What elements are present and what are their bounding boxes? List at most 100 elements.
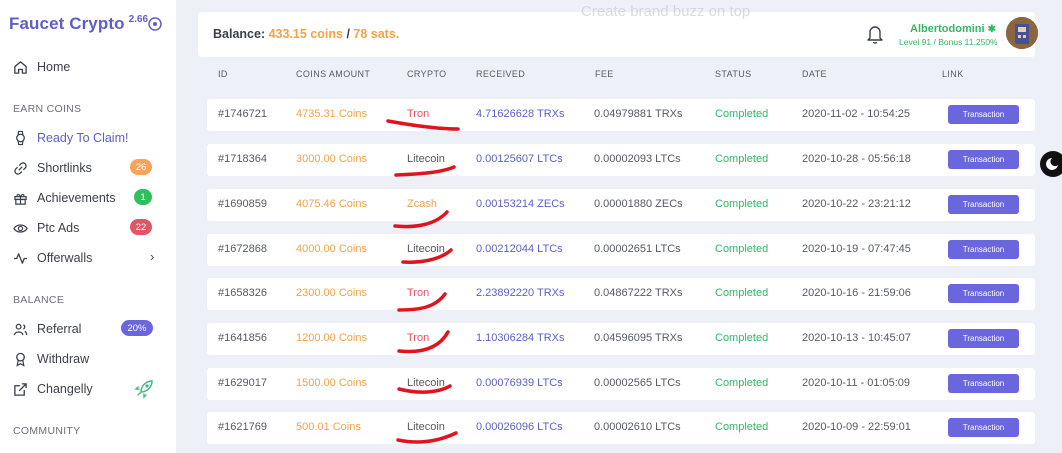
award-icon — [12, 351, 28, 367]
row-status: Completed — [715, 243, 769, 255]
shortlinks-badge: 26 — [130, 159, 152, 175]
gift-icon — [12, 190, 28, 206]
row-date: 2020-11-02 - 10:54:25 — [802, 108, 911, 120]
transaction-button[interactable]: Transaction — [948, 374, 1019, 393]
sidebar-item-label: Changelly — [37, 382, 93, 396]
external-link-icon — [12, 381, 28, 397]
transaction-button[interactable]: Transaction — [948, 105, 1019, 124]
transaction-button[interactable]: Transaction — [948, 195, 1019, 214]
sidebar-item-label: Withdraw — [37, 352, 90, 366]
row-coins: 1200.00 Coins — [296, 332, 367, 344]
row-crypto: Litecoin — [407, 243, 445, 255]
sidebar-item-label: Referral — [37, 322, 82, 336]
row-id: #1658326 — [218, 287, 267, 299]
transaction-button[interactable]: Transaction — [948, 240, 1019, 259]
row-fee: 0.04979881 TRXs — [594, 108, 683, 120]
home-icon — [12, 59, 28, 75]
row-crypto: Tron — [407, 332, 430, 344]
sidebar-item-achievements[interactable]: Achievements — [12, 189, 116, 207]
brand[interactable]: Faucet Crypto 2.66 — [9, 14, 162, 34]
row-fee: 0.00002565 LTCs — [594, 377, 681, 389]
target-icon[interactable] — [148, 17, 162, 31]
column-header-date: DATE — [802, 69, 827, 79]
row-id: #1641856 — [218, 332, 267, 344]
row-status: Completed — [715, 332, 769, 344]
balance-sats: 78 sats. — [353, 27, 400, 41]
row-crypto: Litecoin — [407, 421, 445, 433]
user-level: Level 91 / Bonus 11.250% — [899, 37, 998, 47]
user-name[interactable]: Albertodomini ✱ — [910, 23, 996, 35]
column-header-received: RECEIVED — [476, 69, 526, 79]
row-fee: 0.00002610 LTCs — [594, 421, 681, 433]
row-crypto: Litecoin — [407, 153, 445, 165]
row-fee: 0.04867222 TRXs — [594, 287, 683, 299]
row-coins: 4075.46 Coins — [296, 198, 367, 210]
row-received: 0.00026096 LTCs — [476, 421, 563, 433]
sidebar-item-ptc-ads[interactable]: Ptc Ads — [12, 219, 79, 237]
sidebar-item-ready-to-claim[interactable]: Ready To Claim! — [12, 129, 128, 147]
sidebar-item-withdraw[interactable]: Withdraw — [12, 350, 89, 368]
sidebar: Faucet Crypto 2.66 Home EARN COINS Ready… — [0, 0, 176, 453]
bell-icon[interactable] — [866, 24, 884, 44]
table-row: #1718364 3000.00 Coins Litecoin 0.001256… — [207, 144, 1035, 176]
moon-icon — [1046, 158, 1058, 170]
column-header-coins: COINS AMOUNT — [296, 69, 371, 79]
sidebar-item-label: Home — [37, 60, 71, 74]
row-received: 2.23892220 TRXs — [476, 287, 565, 299]
table-row: #1658326 2300.00 Coins Tron 2.23892220 T… — [207, 278, 1035, 310]
row-coins: 4000.00 Coins — [296, 243, 367, 255]
row-date: 2020-10-28 - 05:56:18 — [802, 153, 911, 165]
user-name-text: Albertodomini — [910, 23, 985, 35]
transaction-button[interactable]: Transaction — [948, 418, 1019, 437]
row-coins: 1500.00 Coins — [296, 377, 367, 389]
row-coins: 4735.31 Coins — [296, 108, 367, 120]
sidebar-item-referral[interactable]: Referral — [12, 320, 81, 338]
sidebar-item-label: Achievements — [37, 191, 116, 205]
referral-badge: 20% — [121, 320, 153, 336]
dark-mode-toggle[interactable] — [1040, 151, 1062, 177]
avatar[interactable] — [1006, 17, 1038, 49]
row-coins: 500.01 Coins — [296, 421, 361, 433]
section-balance: BALANCE — [13, 294, 65, 306]
row-fee: 0.00002093 LTCs — [594, 153, 681, 165]
sidebar-item-offerwalls[interactable]: Offerwalls — [12, 249, 92, 267]
row-received: 0.00076939 LTCs — [476, 377, 563, 389]
sidebar-item-shortlinks[interactable]: Shortlinks — [12, 159, 92, 177]
row-coins: 3000.00 Coins — [296, 153, 367, 165]
topbar: Create brand buzz on top Balance: 433.15… — [198, 3, 1038, 57]
row-received: 0.00125607 LTCs — [476, 153, 563, 165]
section-earn-coins: EARN COINS — [13, 103, 82, 115]
link-icon — [12, 160, 28, 176]
row-id: #1621769 — [218, 421, 267, 433]
column-header-link: LINK — [942, 69, 964, 79]
achievements-badge: 1 — [134, 189, 152, 205]
sidebar-item-changelly[interactable]: Changelly — [12, 380, 93, 398]
row-id: #1690859 — [218, 198, 267, 210]
sidebar-item-home[interactable]: Home — [12, 58, 70, 76]
chevron-right-icon[interactable]: › — [150, 249, 154, 264]
row-id: #1629017 — [218, 377, 267, 389]
banner-text: Create brand buzz on top — [581, 3, 751, 20]
row-fee: 0.00002651 LTCs — [594, 243, 681, 255]
row-status: Completed — [715, 198, 769, 210]
balance-coins: 433.15 coins — [268, 27, 343, 41]
sidebar-item-label: Ready To Claim! — [37, 131, 129, 145]
transaction-button[interactable]: Transaction — [948, 150, 1019, 169]
row-status: Completed — [715, 108, 769, 120]
row-status: Completed — [715, 377, 769, 389]
row-fee: 0.04596095 TRXs — [594, 332, 683, 344]
table-row: #1672868 4000.00 Coins Litecoin 0.002120… — [207, 234, 1035, 266]
balance-separator: / — [346, 27, 350, 41]
users-icon — [12, 321, 28, 337]
sidebar-item-label: Shortlinks — [37, 161, 92, 175]
transaction-button[interactable]: Transaction — [948, 284, 1019, 303]
table-row: #1621769 500.01 Coins Litecoin 0.0002609… — [207, 412, 1035, 444]
rocket-icon — [134, 380, 153, 399]
transaction-button[interactable]: Transaction — [948, 329, 1019, 348]
row-received: 1.10306284 TRXs — [476, 332, 565, 344]
row-date: 2020-10-13 - 10:45:07 — [802, 332, 911, 344]
table-row: #1629017 1500.00 Coins Litecoin 0.000769… — [207, 368, 1035, 400]
row-status: Completed — [715, 153, 769, 165]
row-date: 2020-10-16 - 21:59:06 — [802, 287, 911, 299]
row-id: #1718364 — [218, 153, 267, 165]
